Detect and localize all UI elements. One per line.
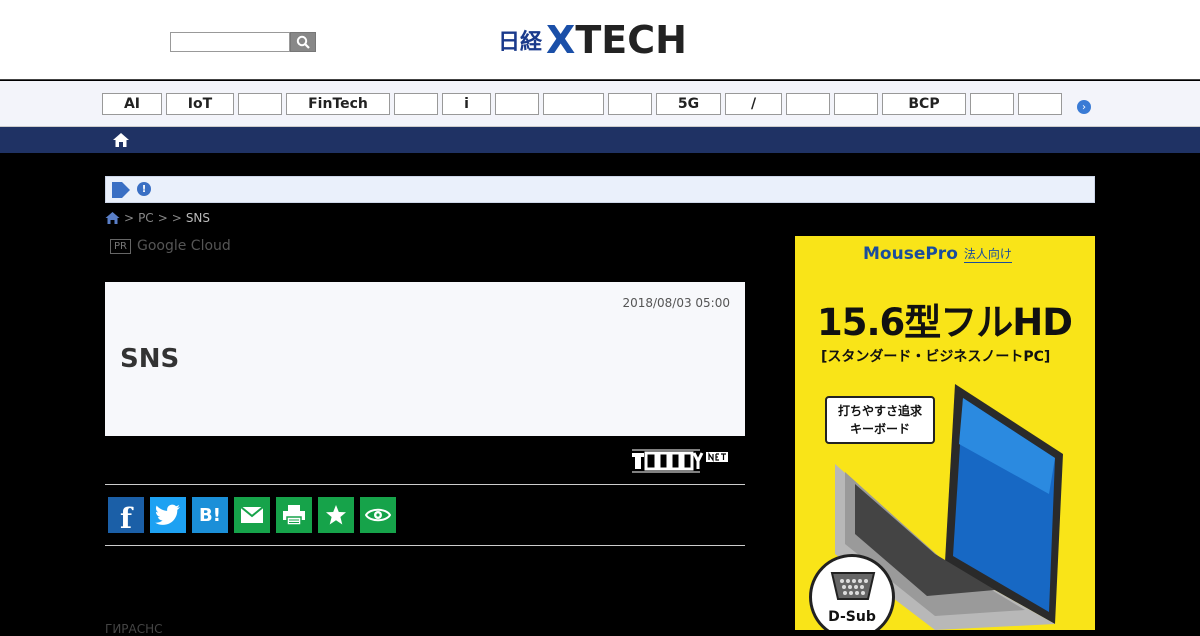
topic-tag[interactable] — [238, 93, 282, 115]
play-arrow-icon — [112, 182, 130, 198]
ad-headline: 15.6型フルHD — [817, 301, 1073, 344]
ad-brand-tag: 法人向け — [963, 247, 1012, 263]
topic-tag[interactable] — [1018, 93, 1062, 115]
topic-tag[interactable]: 5G — [656, 93, 721, 115]
alert-icon: ! — [137, 182, 151, 196]
logo-nikkei: 日経 — [498, 30, 543, 55]
notice-bar: ! — [105, 176, 1095, 203]
breadcrumb-separator: > — [171, 211, 182, 225]
ad-brand: MousePro 法人向け — [863, 244, 1012, 264]
article-date: 2018/08/03 05:00 — [622, 296, 730, 310]
topic-tag[interactable]: BCP — [882, 93, 966, 115]
site-logo[interactable]: 日経 XTECH — [498, 18, 687, 62]
hatena-bookmark-icon: B! — [199, 504, 221, 526]
article-header: 2018/08/03 05:00 SNS — [105, 282, 745, 436]
divider — [105, 484, 745, 485]
star-icon — [326, 505, 346, 525]
topic-tag[interactable]: FinTech — [286, 93, 390, 115]
pr-badge: PR — [110, 238, 131, 254]
share-hatena-button[interactable]: B! — [192, 497, 228, 533]
topic-tag[interactable] — [786, 93, 830, 115]
topic-tag[interactable]: / — [725, 93, 782, 115]
ad-callout-line2: キーボード — [849, 422, 910, 436]
home-icon[interactable] — [105, 211, 120, 225]
topic-tag[interactable]: i — [442, 93, 491, 115]
search-input[interactable] — [170, 32, 290, 52]
tag-next-button[interactable]: › — [1077, 100, 1091, 114]
search-form — [170, 32, 316, 52]
dsub-port-icon — [830, 572, 876, 600]
favorite-button[interactable] — [318, 497, 354, 533]
facebook-icon: f — [119, 501, 133, 535]
share-twitter-button[interactable] — [150, 497, 186, 533]
trendy-net-logo[interactable] — [630, 446, 730, 474]
eye-icon — [365, 508, 391, 522]
ad-banner[interactable]: MousePro 法人向け 15.6型フルHD [スタンダード・ビジネスノートP… — [795, 236, 1095, 630]
chevron-right-icon: › — [1082, 101, 1086, 113]
topic-tag[interactable]: IoT — [166, 93, 234, 115]
printer-icon — [283, 505, 305, 526]
ad-callout-line1: 打ちやすさ追求 — [837, 404, 922, 418]
ad-subheadline: [スタンダード・ビジネスノートPC] — [821, 349, 1051, 365]
ad-dsub-label: D-Sub — [828, 609, 876, 625]
ad-keyboard-callout: 打ちやすさ追求 キーボード — [825, 396, 935, 444]
topic-tag[interactable] — [970, 93, 1014, 115]
breadcrumb-separator: > — [124, 211, 135, 225]
watch-button[interactable] — [360, 497, 396, 533]
article-title: SNS — [120, 344, 180, 374]
twitter-icon — [155, 504, 180, 525]
pr-link[interactable]: PR Google Cloud — [110, 238, 231, 254]
topic-tag[interactable] — [543, 93, 604, 115]
topic-tag[interactable] — [834, 93, 878, 115]
logo-xtech: XTECH — [546, 18, 687, 62]
topic-tag[interactable] — [608, 93, 652, 115]
divider — [105, 545, 745, 546]
breadcrumb-current: SNS — [185, 211, 211, 225]
topic-tag[interactable] — [495, 93, 539, 115]
ad-brand-name: MousePro — [863, 244, 958, 264]
search-icon — [296, 35, 310, 49]
breadcrumb-item-pc[interactable]: PC — [138, 211, 154, 225]
share-facebook-button[interactable]: f — [108, 497, 144, 535]
mail-icon — [240, 506, 264, 523]
ad-dsub-badge: D-Sub 端子 — [809, 554, 895, 630]
site-header: 日経 XTECH — [0, 0, 1200, 80]
article-body-preview: ГИРАСНС — [105, 622, 163, 636]
nav-bar — [0, 127, 1200, 153]
share-mail-button[interactable] — [234, 497, 270, 533]
home-icon[interactable] — [112, 131, 130, 149]
search-button[interactable] — [290, 32, 316, 52]
topic-tag[interactable] — [394, 93, 438, 115]
print-button[interactable] — [276, 497, 312, 533]
breadcrumb-separator: > — [157, 211, 168, 225]
breadcrumb: > PC > > SNS — [105, 211, 210, 225]
topic-tag[interactable]: AI — [102, 93, 162, 115]
pr-text: Google Cloud — [136, 238, 231, 254]
